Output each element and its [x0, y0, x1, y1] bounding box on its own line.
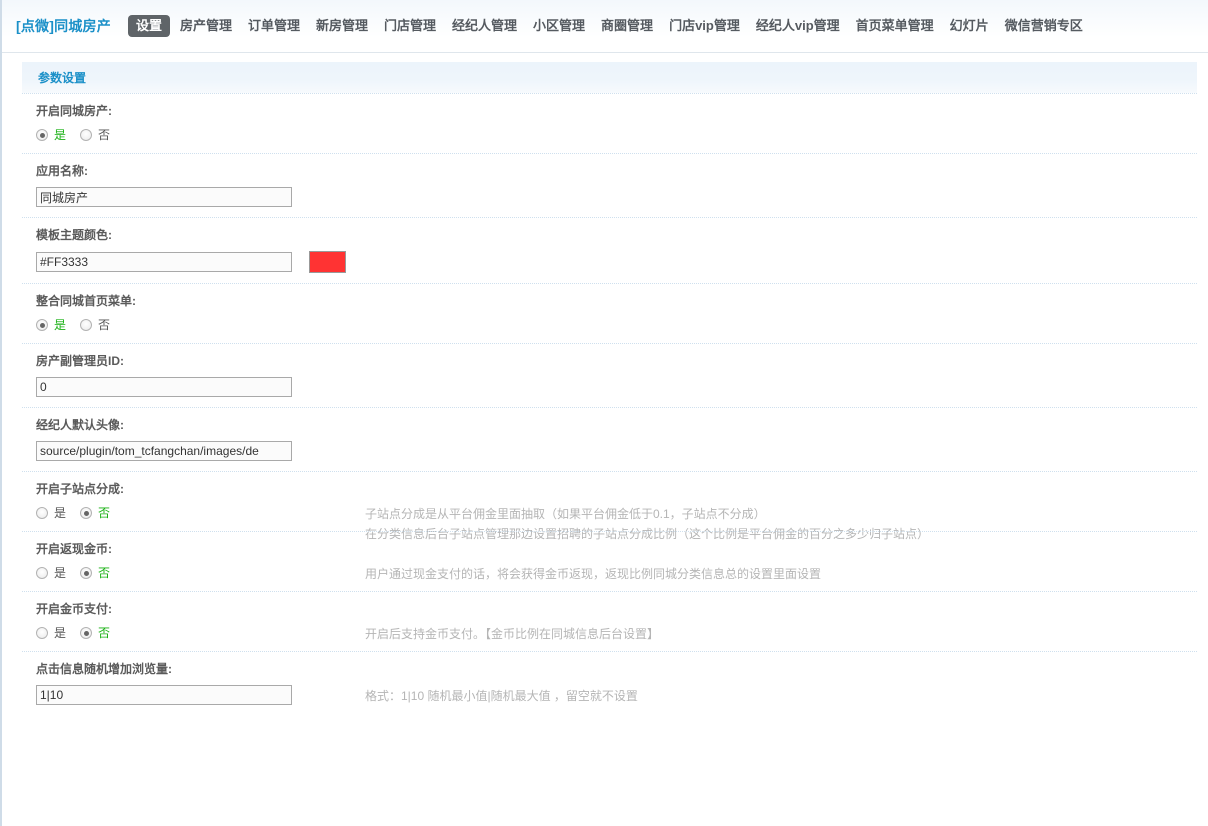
nav-item-7[interactable]: 商圈管理	[593, 16, 661, 36]
body-click-random-views: 格式：1|10 随机最小值|随机最大值 ，留空就不设置	[22, 685, 1197, 705]
help-line: 用户通过现金支付的话，将会获得金币返现，返现比例同城分类信息总的设置里面设置	[365, 567, 822, 581]
radio-label: 是	[54, 128, 67, 142]
radio-label: 否	[98, 318, 111, 332]
radio-button-icon[interactable]	[36, 129, 48, 141]
radio-label: 是	[54, 626, 67, 640]
page-root: [点微]同城房产 设置 房产管理 订单管理 新房管理 门店管理 经纪人管理 小区管理 商圈管理…	[0, 0, 1208, 826]
nav-item-8[interactable]: 门店vip管理	[661, 16, 748, 36]
body-enable-subsite-commission: 是否子站点分成是从平台佣金里面抽取（如果平台佣金低于0.1，子站点不分成） 在分类…	[22, 505, 1197, 541]
help-line: 开启后支持金币支付。【金币比例在同城信息后台设置】	[365, 627, 660, 641]
row-enable-cashback-coin: 开启返现金币: 是 否 用户通过现金支付的话，将会获得金币返现，返现比例同城分类信息总…	[22, 531, 1197, 591]
label-click-random-views: 点击信息随机增加浏览量:	[36, 662, 172, 676]
top-navigation-bar: [点微]同城房产 设置 房产管理 订单管理 新房管理 门店管理 经纪人管理 小区管理 商圈管理…	[2, 0, 1208, 53]
help-text-enable-cashback-coin: 用户通过现金支付的话，将会获得金币返现，返现比例同城分类信息总的设置里面设置	[365, 564, 821, 584]
settings-form: 开启同城房产:是否应用名称:模板主题颜色:整合同城首页菜单:是否房产副管理员ID…	[22, 93, 1197, 715]
label-fangchan-deputy-admin-id: 房产副管理员ID:	[36, 354, 124, 368]
label-enable-coin-payment: 开启金币支付:	[36, 602, 112, 616]
section-header: 参数设置	[22, 62, 1197, 93]
nav-item-3[interactable]: 新房管理	[308, 16, 376, 36]
nav-items: 设置 房产管理 订单管理 新房管理 门店管理 经纪人管理 小区管理 商圈管理 门店vip管理 经纪…	[127, 15, 1091, 37]
radio-enable-coin-payment-yes[interactable]: 是	[36, 626, 66, 640]
radio-label: 否	[98, 128, 111, 142]
brand-title: [点微]同城房产	[16, 18, 111, 34]
radio-group-enable-tongcheng-fangchan: 是否	[36, 127, 1197, 143]
nav-item-6[interactable]: 小区管理	[525, 16, 593, 36]
radio-enable-tongcheng-fangchan-no[interactable]: 否	[80, 128, 110, 142]
body-enable-tongcheng-fangchan: 是否	[22, 127, 1197, 143]
nav-item-0[interactable]: 设置	[127, 15, 170, 37]
radio-enable-tongcheng-fangchan-yes[interactable]: 是	[36, 128, 66, 142]
radio-button-icon[interactable]	[80, 567, 93, 579]
radio-enable-coin-payment-no[interactable]: 否	[80, 626, 110, 640]
input-app-name[interactable]	[36, 187, 292, 207]
radio-merge-tongcheng-home-menu-no[interactable]: 否	[80, 318, 110, 332]
row-enable-coin-payment: 开启金币支付: 是 否 开启后支持金币支付。【金币比例在同城信息后台设置】	[22, 591, 1197, 651]
radio-enable-cashback-coin-no[interactable]: 否	[80, 566, 110, 580]
radio-label: 是	[54, 566, 67, 580]
radio-button-icon[interactable]	[80, 129, 93, 141]
body-agent-default-avatar	[22, 441, 1197, 461]
label-app-name: 应用名称:	[36, 164, 88, 178]
input-template-theme-color[interactable]	[36, 252, 292, 272]
body-merge-tongcheng-home-menu: 是否	[22, 317, 1197, 333]
radio-enable-subsite-commission-yes[interactable]: 是	[36, 506, 66, 520]
radio-button-icon[interactable]	[80, 627, 93, 639]
help-text-click-random-views: 格式：1|10 随机最小值|随机最大值 ，留空就不设置	[365, 686, 638, 706]
nav-item-1[interactable]: 房产管理	[172, 16, 240, 36]
radio-button-icon[interactable]	[36, 627, 48, 639]
row-agent-default-avatar: 经纪人默认头像:	[22, 407, 1197, 471]
settings-content: 参数设置 开启同城房产:是否应用名称:模板主题颜色:整合同城首页菜单:是否房产副…	[2, 62, 1208, 715]
color-swatch-template-theme-color[interactable]	[309, 251, 346, 273]
radio-label: 否	[98, 506, 111, 520]
row-app-name: 应用名称:	[22, 153, 1197, 217]
row-enable-subsite-commission: 开启子站点分成: 是 否 子站点分成是从平台佣金里面抽取（如果平台佣金低于0.1，子站…	[22, 471, 1197, 541]
radio-label: 是	[54, 506, 67, 520]
help-text-enable-coin-payment: 开启后支持金币支付。【金币比例在同城信息后台设置】	[365, 624, 659, 644]
radio-button-icon[interactable]	[36, 507, 48, 519]
body-fangchan-deputy-admin-id	[22, 377, 1197, 397]
nav-item-9[interactable]: 经纪人vip管理	[748, 16, 848, 36]
input-fangchan-deputy-admin-id[interactable]	[36, 377, 292, 397]
nav-item-4[interactable]: 门店管理	[376, 16, 444, 36]
label-enable-tongcheng-fangchan: 开启同城房产:	[36, 104, 112, 118]
row-enable-tongcheng-fangchan: 开启同城房产: 是否	[22, 93, 1197, 153]
row-click-random-views: 点击信息随机增加浏览量: 格式：1|10 随机最小值|随机最大值 ，留空就不设置	[22, 651, 1197, 715]
nav-item-12[interactable]: 微信营销专区	[997, 16, 1091, 36]
body-enable-coin-payment: 是 否 开启后支持金币支付。【金币比例在同城信息后台设置】	[22, 625, 1197, 641]
input-click-random-views[interactable]	[36, 685, 292, 705]
nav-item-10[interactable]: 首页菜单管理	[848, 16, 942, 36]
nav-item-5[interactable]: 经纪人管理	[444, 16, 525, 36]
radio-label: 是	[54, 318, 67, 332]
radio-enable-cashback-coin-yes[interactable]: 是	[36, 566, 66, 580]
label-merge-tongcheng-home-menu: 整合同城首页菜单:	[36, 294, 136, 308]
label-enable-subsite-commission: 开启子站点分成:	[36, 482, 124, 496]
row-template-theme-color: 模板主题颜色:	[22, 217, 1197, 283]
radio-button-icon[interactable]	[80, 507, 93, 519]
radio-label: 否	[98, 626, 111, 640]
radio-button-icon[interactable]	[36, 567, 48, 579]
label-enable-cashback-coin: 开启返现金币:	[36, 542, 112, 556]
label-agent-default-avatar: 经纪人默认头像:	[36, 418, 124, 432]
body-enable-cashback-coin: 是 否 用户通过现金支付的话，将会获得金币返现，返现比例同城分类信息总的设置里面设置	[22, 565, 1197, 581]
row-merge-tongcheng-home-menu: 整合同城首页菜单: 是否	[22, 283, 1197, 343]
help-line: 子站点分成是从平台佣金里面抽取（如果平台佣金低于0.1，子站点不分成）	[365, 507, 766, 521]
body-app-name	[22, 187, 1197, 207]
input-agent-default-avatar[interactable]	[36, 441, 292, 461]
radio-enable-subsite-commission-no[interactable]: 否	[80, 506, 110, 520]
radio-button-icon[interactable]	[36, 319, 48, 331]
radio-group-merge-tongcheng-home-menu: 是否	[36, 317, 1197, 333]
label-template-theme-color: 模板主题颜色:	[36, 228, 112, 242]
help-line: 格式：1|10 随机最小值|随机最大值 ，留空就不设置	[365, 689, 638, 703]
radio-merge-tongcheng-home-menu-yes[interactable]: 是	[36, 318, 66, 332]
nav-item-2[interactable]: 订单管理	[240, 16, 308, 36]
radio-label: 否	[98, 566, 111, 580]
nav-item-11[interactable]: 幻灯片	[942, 16, 997, 36]
color-field-template-theme-color	[36, 251, 1197, 273]
body-template-theme-color	[22, 251, 1197, 273]
radio-button-icon[interactable]	[80, 319, 93, 331]
row-fangchan-deputy-admin-id: 房产副管理员ID:	[22, 343, 1197, 407]
section-title: 参数设置	[38, 71, 87, 85]
